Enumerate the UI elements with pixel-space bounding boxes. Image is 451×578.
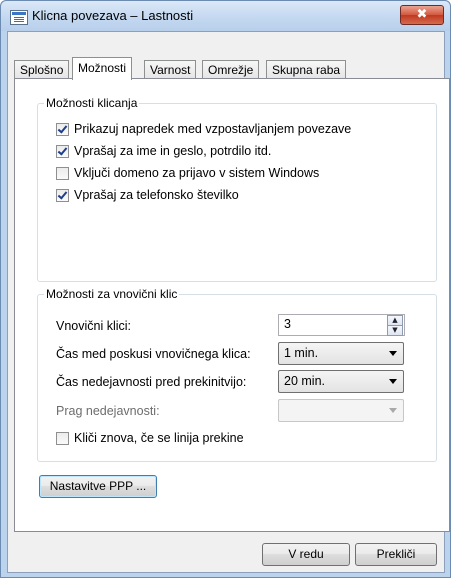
tab-label: Splošno xyxy=(20,63,64,77)
redial-if-dropped-option[interactable]: Kliči znova, če se linija prekine xyxy=(56,429,244,447)
redialing-options-group: Možnosti za vnovični klic Vnovični klici… xyxy=(37,287,437,462)
idle-time-select[interactable]: 20 min. xyxy=(278,370,404,393)
idle-threshold-label: Prag nedejavnosti: xyxy=(56,404,160,418)
include-domain-option[interactable]: Vključi domeno za prijavo v sistem Windo… xyxy=(56,164,319,182)
prompt-credentials-option[interactable]: Vprašaj za ime in geslo, potrdilo itd. xyxy=(56,142,271,160)
spin-down-arrow-icon[interactable]: ▼ xyxy=(387,325,403,336)
redial-interval-select[interactable]: 1 min. xyxy=(278,342,404,365)
ok-button[interactable]: V redu xyxy=(262,543,350,566)
prompt-phone-option[interactable]: Vprašaj za telefonsko številko xyxy=(56,186,239,204)
prompt-phone-checkbox[interactable] xyxy=(56,188,69,202)
redial-if-dropped-label: Kliči znova, če se linija prekine xyxy=(74,431,244,445)
tab-options[interactable]: Možnosti xyxy=(72,57,133,80)
ppp-settings-button[interactable]: Nastavitve PPP ... xyxy=(39,475,157,498)
chevron-down-icon xyxy=(389,379,397,384)
chevron-down-icon xyxy=(389,351,397,356)
close-button[interactable]: ✖ xyxy=(400,5,444,25)
idle-threshold-select[interactable] xyxy=(278,399,404,422)
tab-networking[interactable]: Omrežje xyxy=(202,60,260,79)
include-domain-label: Vključi domeno za prijavo v sistem Windo… xyxy=(74,166,320,180)
redial-interval-label: Čas med poskusi vnovičnega klica: xyxy=(56,347,251,361)
tab-sharing[interactable]: Skupna raba xyxy=(266,60,347,79)
redial-attempts-spinner[interactable]: 3 ▲ ▼ xyxy=(278,314,405,336)
idle-time-value: 20 min. xyxy=(284,374,325,388)
idle-time-label: Čas nedejavnosti pred prekinitvijo: xyxy=(56,375,247,389)
title-bar[interactable]: Klicna povezava – Lastnosti ✖ xyxy=(1,1,450,31)
show-progress-checkbox[interactable] xyxy=(56,122,69,136)
tab-label: Možnosti xyxy=(78,61,127,75)
prompt-credentials-label: Vprašaj za ime in geslo, potrdilo itd. xyxy=(74,144,272,158)
include-domain-checkbox[interactable] xyxy=(56,166,69,180)
prompt-phone-label: Vprašaj za telefonsko številko xyxy=(74,188,239,202)
show-progress-option[interactable]: Prikazuj napredek med vzpostavljanjem po… xyxy=(56,120,351,138)
close-icon: ✖ xyxy=(416,7,428,22)
redial-if-dropped-checkbox[interactable] xyxy=(56,431,69,445)
properties-window: Klicna povezava – Lastnosti ✖ Splošno Mo… xyxy=(0,0,451,578)
redial-interval-value: 1 min. xyxy=(284,346,319,360)
prompt-credentials-checkbox[interactable] xyxy=(56,144,69,158)
cancel-button[interactable]: Prekliči xyxy=(355,543,437,566)
tab-general[interactable]: Splošno xyxy=(14,60,70,79)
dialing-options-group: Možnosti klicanja Prikazuj napredek med … xyxy=(37,96,437,282)
dialup-connection-icon xyxy=(10,10,28,25)
window-title: Klicna povezava – Lastnosti xyxy=(32,8,194,23)
options-tab-panel: Možnosti klicanja Prikazuj napredek med … xyxy=(14,78,450,532)
tab-label: Skupna raba xyxy=(272,63,341,77)
dialog-body: Splošno Možnosti Varnost Omrežje Skupna … xyxy=(7,31,450,573)
redial-attempts-label: Vnovični klici: xyxy=(56,319,132,333)
redialing-options-legend: Možnosti za vnovični klic xyxy=(44,287,180,301)
tab-label: Omrežje xyxy=(208,63,254,77)
dialing-options-legend: Možnosti klicanja xyxy=(44,96,140,110)
tab-security[interactable]: Varnost xyxy=(144,60,197,79)
show-progress-label: Prikazuj napredek med vzpostavljanjem po… xyxy=(74,122,352,136)
redial-attempts-value: 3 xyxy=(284,317,291,331)
tab-label: Varnost xyxy=(150,63,191,77)
chevron-down-icon xyxy=(389,408,397,413)
